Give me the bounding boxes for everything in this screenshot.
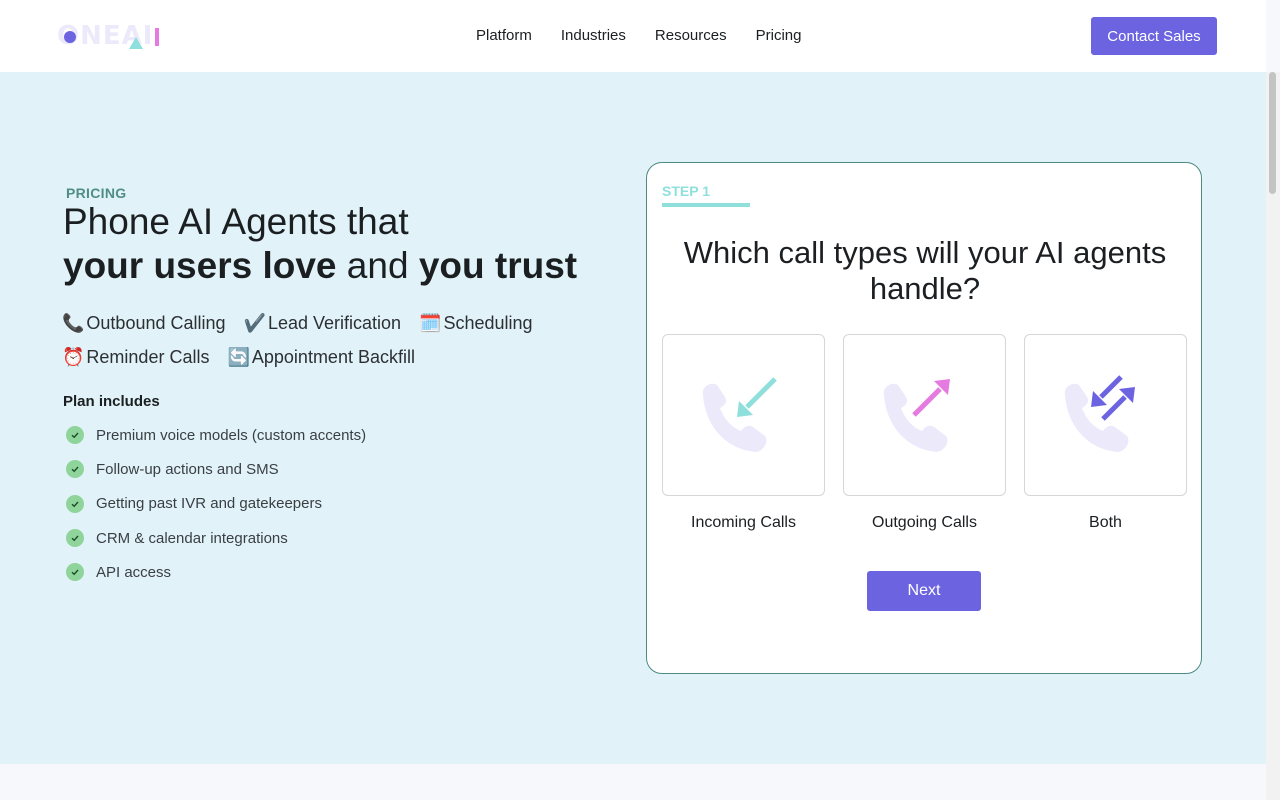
pricing-eyebrow: PRICING — [66, 185, 127, 201]
headline-bold-users: your users love — [63, 245, 337, 286]
list-item: Follow-up actions and SMS — [66, 452, 366, 486]
plan-item-label: Getting past IVR and gatekeepers — [96, 495, 322, 513]
plan-item-label: Premium voice models (custom accents) — [96, 426, 367, 444]
nav-resources[interactable]: Resources — [655, 27, 727, 44]
option-incoming-calls[interactable] — [662, 334, 825, 496]
tag-lead-verification: ✔️ Lead Verification — [244, 313, 402, 334]
tag-row: 📞 Outbound Calling ✔️ Lead Verification 🗓️… — [62, 306, 562, 340]
tag-label: Outbound Calling — [86, 312, 226, 333]
step-progress-bar — [662, 203, 750, 207]
plan-item-label: CRM & calendar integrations — [96, 529, 288, 547]
list-item: CRM & calendar integrations — [66, 521, 366, 555]
tag-appointment-backfill: 🔄 Appointment Backfill — [227, 347, 415, 368]
phone-icon: 📞 — [62, 312, 85, 333]
check-icon — [66, 426, 84, 445]
quiz-question: Which call types will your AI agents han… — [683, 235, 1167, 306]
logo-triangle — [129, 37, 143, 49]
list-item: Premium voice models (custom accents) — [66, 418, 366, 452]
calendar-icon: 🗓️ — [419, 312, 442, 333]
page-headline: Phone AI Agents that your users love and… — [63, 200, 583, 288]
next-button[interactable]: Next — [867, 571, 981, 611]
plan-item-label: Follow-up actions and SMS — [96, 460, 279, 478]
option-outgoing-calls[interactable] — [843, 334, 1006, 496]
both-calls-icon — [1064, 375, 1135, 452]
tag-scheduling: 🗓️ Scheduling — [419, 313, 533, 334]
check-icon — [66, 563, 84, 582]
option-incoming-label[interactable]: Incoming Calls — [662, 514, 825, 532]
site-header: ONEAI Platform Industries Resources Pric… — [0, 0, 1266, 72]
headline-bold-trust: you trust — [418, 245, 578, 286]
check-icon — [66, 529, 84, 548]
plan-feature-list: Premium voice models (custom accents) Fo… — [66, 418, 366, 589]
logo-dot — [64, 31, 76, 43]
nav-industries[interactable]: Industries — [561, 27, 626, 44]
scrollbar-thumb[interactable] — [1269, 72, 1276, 194]
option-outgoing-label[interactable]: Outgoing Calls — [843, 514, 1006, 532]
tag-label: Scheduling — [443, 312, 533, 333]
tag-label: Appointment Backfill — [251, 346, 415, 367]
oneai-logo[interactable]: ONEAI — [57, 21, 167, 51]
feature-tags: 📞 Outbound Calling ✔️ Lead Verification 🗓️… — [62, 306, 562, 374]
refresh-icon: 🔄 — [227, 346, 250, 367]
list-item: API access — [66, 555, 366, 589]
headline-and: and — [336, 245, 419, 286]
tag-outbound-calling: 📞 Outbound Calling — [62, 313, 226, 334]
tag-label: Lead Verification — [267, 312, 402, 333]
option-both-label[interactable]: Both — [1024, 514, 1187, 532]
outgoing-call-icon — [883, 379, 950, 452]
call-type-quiz-card: STEP 1 Which call types will your AI age… — [646, 162, 1202, 674]
checkmark-icon: ✔️ — [243, 312, 266, 333]
next-section — [0, 764, 1266, 800]
tag-row: ⏰ Reminder Calls 🔄 Appointment Backfill — [62, 340, 562, 374]
logo-bar — [155, 28, 159, 46]
tag-label: Reminder Calls — [86, 346, 210, 367]
main-nav: Platform Industries Resources Pricing — [476, 27, 830, 44]
nav-pricing[interactable]: Pricing — [756, 27, 802, 44]
nav-platform[interactable]: Platform — [476, 27, 532, 44]
headline-line1: Phone AI Agents that — [63, 201, 409, 242]
page-scrollbar[interactable] — [1266, 72, 1280, 800]
alarm-clock-icon: ⏰ — [62, 346, 85, 367]
contact-sales-button[interactable]: Contact Sales — [1091, 17, 1217, 55]
list-item: Getting past IVR and gatekeepers — [66, 487, 366, 521]
incoming-call-icon — [702, 377, 777, 452]
option-both[interactable] — [1024, 334, 1187, 496]
check-icon — [66, 460, 84, 479]
check-icon — [66, 494, 84, 513]
plan-item-label: API access — [96, 563, 172, 581]
tag-reminder-calls: ⏰ Reminder Calls — [62, 347, 209, 368]
step-label: STEP 1 — [662, 183, 710, 199]
plan-includes-title: Plan includes — [63, 393, 160, 410]
